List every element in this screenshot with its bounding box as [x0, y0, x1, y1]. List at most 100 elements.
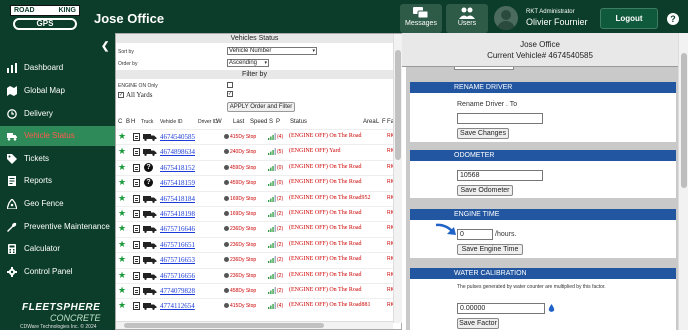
col-l[interactable]: L [376, 119, 379, 125]
save-factor-button[interactable]: Save Factor [457, 318, 499, 329]
table-row[interactable]: ★? 4675418159 459Dy Stop (0) (ENGINE OFF) On… [116, 175, 394, 190]
favorite-star-icon[interactable]: ★ [118, 239, 126, 249]
nav-item-tickets[interactable]: Tickets [0, 149, 115, 169]
col-area[interactable]: Area [363, 119, 376, 125]
messages-button[interactable]: Messages [400, 4, 442, 33]
vehicle-id-link[interactable]: 4675716651 [160, 241, 195, 249]
vehicle-id-link[interactable]: 4675716646 [160, 225, 195, 233]
col-b[interactable]: B [126, 119, 130, 125]
nav-item-global-map[interactable]: Global Map [0, 81, 115, 101]
users-button[interactable]: Users [446, 4, 488, 33]
nav-item-vehicle-status[interactable]: Vehicle Status [0, 126, 115, 146]
unknown-status-icon[interactable]: ? [144, 162, 153, 172]
favorite-star-icon[interactable]: ★ [118, 224, 126, 233]
truck-icon[interactable] [143, 287, 157, 295]
col-vehicle-id[interactable]: Vehicle ID [160, 119, 183, 125]
col-driver-id[interactable]: Driver ID [198, 119, 218, 125]
vehicle-table-vscrollbar[interactable] [393, 34, 402, 323]
water-factor-input[interactable]: 0.00000 [457, 303, 545, 314]
sort-by-select[interactable]: Vehicle Number ▾ [227, 47, 317, 55]
save-engine-time-button[interactable]: Save Engine Time [457, 244, 523, 255]
favorite-star-icon[interactable]: ★ [118, 209, 126, 218]
favorite-star-icon[interactable]: ★ [118, 301, 126, 310]
col-last[interactable]: Last [233, 119, 244, 125]
apply-order-filter-button[interactable]: APPLY Order and Filter [227, 102, 295, 112]
table-row[interactable]: ★ 4675418184 169Dy Stop (2) (ENGINE OFF) On … [116, 190, 394, 206]
truck-icon[interactable] [143, 225, 157, 234]
nav-item-calculator[interactable]: Calculator [0, 239, 115, 259]
favorite-star-icon[interactable]: ★ [118, 162, 126, 172]
truck-icon[interactable] [143, 272, 157, 280]
truck-icon[interactable] [143, 195, 157, 203]
document-icon[interactable] [133, 210, 140, 218]
table-row[interactable]: ★ 4675716656 236Dy Stop (2) (ENGINE OFF) On … [116, 267, 394, 283]
table-row[interactable]: ★ 4774079828 458Dy Stop (2) (ENGINE OFF) On … [116, 283, 394, 298]
col-truck[interactable]: Truck [141, 119, 153, 125]
table-row[interactable]: ★ 4674540585 415Dy Stop (4) (ENGINE OFF) On … [116, 129, 394, 144]
favorite-star-icon[interactable]: ★ [118, 193, 126, 203]
document-icon[interactable] [133, 179, 140, 188]
rename-driver-input[interactable] [457, 113, 543, 124]
col-c[interactable]: C [118, 119, 122, 125]
vscroll-thumb[interactable] [395, 50, 401, 160]
document-icon[interactable] [133, 148, 140, 157]
document-icon[interactable] [133, 271, 140, 280]
vehicle-table-hscrollbar[interactable] [116, 321, 393, 329]
nav-item-reports[interactable]: Reports [0, 171, 115, 191]
engine-on-only-checkbox[interactable] [227, 82, 233, 88]
table-row[interactable]: ★ 4774112654 415Dy Stop (4) (ENGINE OFF) On … [116, 298, 394, 313]
truck-icon[interactable] [143, 302, 157, 311]
document-icon[interactable] [133, 287, 140, 295]
details-scroll-thumb[interactable] [681, 53, 687, 188]
nav-item-delivery[interactable]: Delivery [0, 104, 115, 124]
details-scrollbar[interactable] [678, 33, 688, 330]
collapse-sidebar-icon[interactable]: ❮ [101, 41, 109, 52]
unknown-status-icon[interactable]: ? [144, 178, 153, 188]
vehicle-id-link[interactable]: 4674898634 [160, 148, 195, 156]
vehicle-id-link[interactable]: 4675418198 [160, 210, 195, 218]
vehicle-id-link[interactable]: 4674540585 [160, 133, 195, 141]
vehicle-id-link[interactable]: 4774112654 [160, 302, 195, 310]
all-yards-checkbox[interactable]: ✓ [227, 91, 233, 97]
favorite-star-icon[interactable]: ★ [118, 286, 126, 295]
document-icon[interactable] [133, 256, 140, 265]
table-row[interactable]: ★ 4674898634 240Dy Stop (5) (ENGINE OFF) Yar… [116, 144, 394, 159]
table-row[interactable]: ★ 4675418198 169Dy Stop (2) (ENGINE OFF) On … [116, 206, 394, 221]
table-row[interactable]: ★ 4675716651 236Dy Stop (2) (ENGINE OFF) On … [116, 236, 394, 252]
user-avatar[interactable] [494, 6, 518, 30]
favorite-star-icon[interactable]: ★ [118, 255, 126, 264]
table-row[interactable]: ★ 4675716653 236Dy Stop (2) (ENGINE OFF) On … [116, 252, 394, 267]
truck-icon[interactable] [143, 133, 157, 141]
document-icon[interactable] [133, 194, 140, 203]
col-h[interactable]: H [131, 119, 135, 125]
document-icon[interactable] [133, 225, 140, 234]
vehicle-id-link[interactable]: 4675716653 [160, 256, 195, 264]
logout-button[interactable]: Logout [600, 8, 658, 29]
hscroll-thumb[interactable] [124, 323, 324, 328]
help-icon[interactable]: ? [667, 13, 679, 25]
odometer-input[interactable]: 10568 [457, 170, 543, 181]
save-odometer-button[interactable]: Save Odometer [457, 185, 513, 196]
col-status[interactable]: Status [290, 119, 307, 125]
truck-icon[interactable] [143, 256, 157, 265]
col-s[interactable]: S [269, 119, 273, 125]
favorite-star-icon[interactable]: ★ [118, 178, 126, 187]
favorite-star-icon[interactable]: ★ [118, 132, 126, 141]
document-icon[interactable] [133, 302, 140, 311]
save-changes-button[interactable]: Save Changes [457, 128, 509, 139]
truck-icon[interactable] [143, 148, 157, 157]
nav-item-dashboard[interactable]: Dashboard [0, 58, 115, 78]
nav-item-preventive-maintenance[interactable]: Preventive Maintenance [0, 217, 115, 237]
nav-item-control-panel[interactable]: Control Panel [0, 262, 115, 282]
table-row[interactable]: ★? 4675418152 459Dy Stop (0) (ENGINE OFF) On… [116, 159, 394, 175]
col-speed[interactable]: Speed [250, 119, 267, 125]
roadking-gps-logo[interactable]: ROAD KING GPS [10, 5, 80, 32]
truck-icon[interactable] [143, 241, 157, 249]
vehicle-id-link[interactable]: 4774079828 [160, 287, 195, 295]
favorite-star-icon[interactable]: ★ [118, 270, 126, 280]
document-icon[interactable] [133, 133, 140, 141]
engine-time-input[interactable]: 0 [457, 229, 493, 240]
col-p[interactable]: P [276, 119, 280, 125]
table-row[interactable]: ★ 4675716646 236Dy Stop (2) (ENGINE OFF) On … [116, 221, 394, 236]
order-by-select[interactable]: Ascending ▾ [227, 59, 269, 67]
